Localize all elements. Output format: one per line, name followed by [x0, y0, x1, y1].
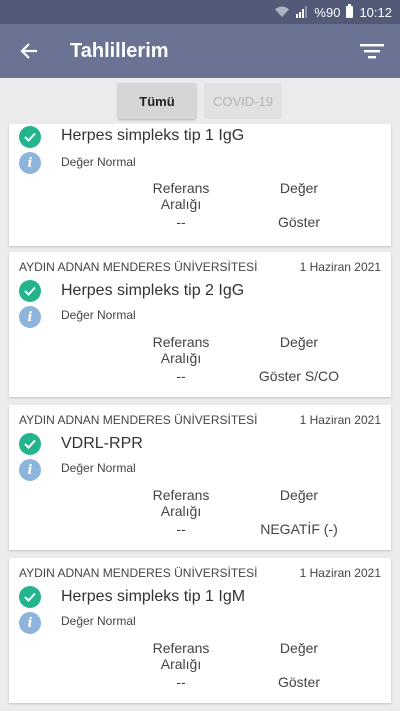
tab-covid-19[interactable]: COVID-19 — [204, 83, 282, 119]
test-results-list[interactable]: Herpes simpleks tip 1 IgG i Değer Normal… — [0, 124, 400, 711]
filter-icon — [360, 44, 384, 59]
test-result-card[interactable]: AYDIN ADNAN MENDERES ÜNİVERSİTESİ 1 Hazi… — [9, 252, 391, 397]
value-status: Değer Normal — [61, 308, 136, 322]
value-status: Değer Normal — [61, 614, 136, 628]
page-title: Tahlillerim — [70, 39, 169, 62]
result-value[interactable]: Göster S/CO — [234, 368, 364, 384]
test-name: VDRL-RPR — [61, 435, 143, 452]
app-bar: Tahlillerim — [0, 24, 400, 78]
back-button[interactable] — [0, 24, 56, 78]
info-icon[interactable]: i — [19, 306, 41, 328]
reference-range-label: Referans Aralığı — [152, 640, 210, 672]
result-date: 1 Haziran 2021 — [299, 413, 381, 427]
battery-icon — [346, 4, 354, 18]
filter-button[interactable] — [344, 24, 400, 78]
arrow-left-icon — [20, 43, 37, 59]
institution-name: AYDIN ADNAN MENDERES ÜNİVERSİTESİ — [19, 413, 258, 427]
result-date: 1 Haziran 2021 — [299, 260, 381, 274]
reference-range-value: -- — [176, 521, 186, 537]
info-icon[interactable]: i — [19, 459, 41, 481]
value-label: Değer — [279, 334, 319, 350]
test-name: Herpes simpleks tip 1 IgG — [61, 127, 245, 144]
result-value[interactable]: NEGATİF (-) — [234, 521, 364, 537]
test-name: Herpes simpleks tip 1 IgM — [61, 588, 246, 605]
reference-range-value: -- — [176, 368, 186, 384]
info-icon[interactable]: i — [19, 152, 41, 174]
test-result-card[interactable]: AYDIN ADNAN MENDERES ÜNİVERSİTESİ 1 Hazi… — [9, 405, 391, 550]
institution-name: AYDIN ADNAN MENDERES ÜNİVERSİTESİ — [19, 260, 258, 274]
check-icon — [19, 433, 41, 455]
status-bar: %90 10:12 — [0, 0, 400, 24]
filter-tabs: Tümü COVID-19 — [0, 78, 400, 124]
signal-icon — [296, 6, 308, 18]
reference-range-value: -- — [176, 214, 186, 230]
tab-all[interactable]: Tümü — [118, 83, 196, 119]
clock: 10:12 — [359, 4, 392, 20]
result-date: 1 Haziran 2021 — [299, 566, 381, 580]
battery-percent: %90 — [314, 4, 341, 20]
institution-name: AYDIN ADNAN MENDERES ÜNİVERSİTESİ — [19, 566, 258, 580]
check-icon — [19, 126, 41, 148]
reference-range-label: Referans Aralığı — [152, 334, 210, 366]
reference-range-label: Referans Aralığı — [152, 180, 210, 212]
check-icon — [19, 280, 41, 302]
test-result-card[interactable]: AYDIN ADNAN MENDERES ÜNİVERSİTESİ 1 Hazi… — [9, 558, 391, 703]
check-icon — [19, 586, 41, 608]
test-name: Herpes simpleks tip 2 IgG — [61, 282, 245, 299]
value-status: Değer Normal — [61, 461, 136, 475]
wifi-icon — [274, 6, 290, 18]
reference-range-label: Referans Aralığı — [152, 487, 210, 519]
value-label: Değer — [279, 180, 319, 196]
result-value[interactable]: Göster — [234, 674, 364, 690]
test-result-card[interactable]: Herpes simpleks tip 1 IgG i Değer Normal… — [9, 124, 391, 246]
value-label: Değer — [279, 640, 319, 656]
reference-range-value: -- — [176, 674, 186, 690]
value-label: Değer — [279, 487, 319, 503]
result-value[interactable]: Göster — [234, 214, 364, 230]
info-icon[interactable]: i — [19, 612, 41, 634]
value-status: Değer Normal — [61, 155, 136, 169]
